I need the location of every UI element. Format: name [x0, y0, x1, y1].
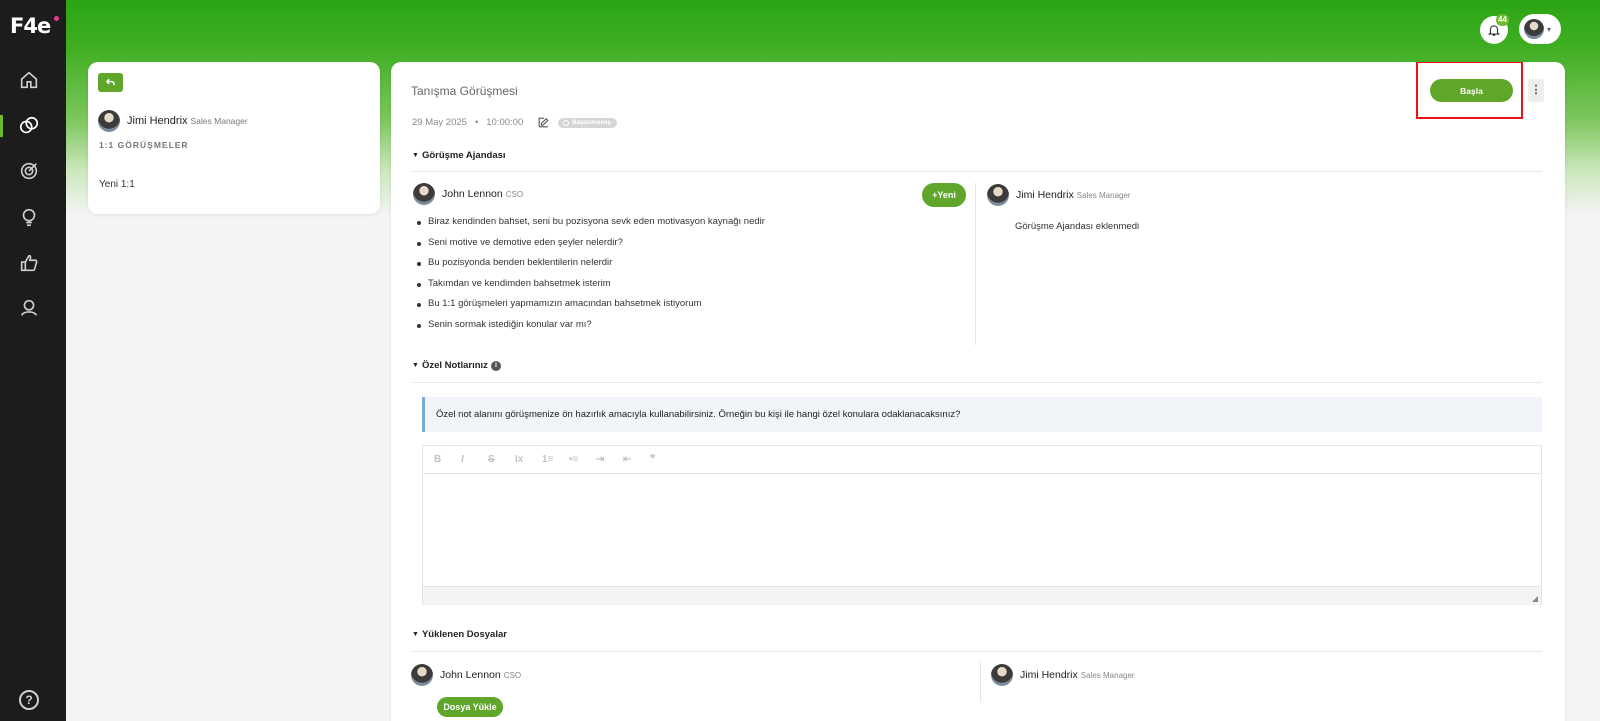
status-badge: Başlanmamış: [558, 117, 617, 128]
user-menu-button[interactable]: ▾: [1519, 14, 1561, 44]
target-icon: [20, 162, 38, 180]
home-icon: [20, 71, 38, 89]
upload-file-button[interactable]: Dosya Yükle: [437, 697, 503, 717]
files-section-toggle[interactable]: ▼ Yüklenen Dosyalar: [412, 629, 507, 640]
caret-down-icon: ▼: [412, 631, 419, 638]
more-options-button[interactable]: ⋮: [1528, 79, 1544, 102]
meta-separator: •: [474, 117, 479, 128]
sidebar: F4e ?: [0, 0, 66, 721]
app-logo[interactable]: F4e: [10, 14, 59, 38]
caret-down-icon: ▼: [412, 152, 419, 159]
sidebar-item-feedback[interactable]: [18, 252, 40, 274]
files-left-user: John Lennon CSO: [411, 664, 521, 686]
list-item: Takımdan ve kendimden bahsetmek isterim: [417, 278, 765, 299]
user-name: Jimi Hendrix: [127, 115, 188, 127]
column-divider: [975, 183, 976, 345]
user-role: CSO: [503, 671, 522, 680]
files-right-user: Jimi Hendrix Sales Manager: [991, 664, 1135, 686]
caret-down-icon: ▼: [412, 362, 419, 369]
outdent-button[interactable]: ⇤: [623, 454, 650, 465]
list-item: Senin sormak istediğin konular var mı?: [417, 319, 765, 340]
section-title: 1:1 GÖRÜŞMELER: [99, 140, 189, 150]
people-icon: [20, 299, 38, 316]
empty-agenda-text: Görüşme Ajandası eklenmedi: [1015, 221, 1140, 232]
user-name: Jimi Hendrix: [1020, 669, 1078, 681]
logo-dot: [54, 16, 59, 21]
italic-button[interactable]: I: [461, 454, 488, 465]
sidebar-item-ideas[interactable]: [18, 206, 40, 228]
thumbs-up-icon: [20, 254, 38, 272]
avatar: [991, 664, 1013, 686]
divider: [412, 651, 1542, 652]
numbered-list-button[interactable]: 1≡: [542, 454, 569, 465]
indent-button[interactable]: ⇥: [596, 454, 623, 465]
list-item: Bu 1:1 görüşmeleri yapmamızın amacından …: [417, 298, 765, 319]
user-name: John Lennon: [442, 188, 503, 200]
avatar: [411, 664, 433, 686]
meeting-detail-card: Tanışma Görüşmesi 29 May 2025 • 10:00:00…: [391, 62, 1565, 721]
logo-text: F4e: [10, 14, 51, 38]
editor-text-area[interactable]: [423, 474, 1541, 586]
notes-hint: Özel not alanını görüşmenize ön hazırlık…: [422, 397, 1542, 432]
meeting-meta: 29 May 2025 • 10:00:00 Başlanmamış: [412, 116, 617, 129]
clear-format-button[interactable]: Ix: [515, 454, 542, 465]
strikethrough-button[interactable]: S: [488, 454, 515, 465]
sidebar-item-home[interactable]: [18, 69, 40, 91]
user-role: Sales Manager: [1080, 671, 1135, 680]
status-circle-icon: [563, 119, 570, 126]
user-name: Jimi Hendrix: [1016, 189, 1074, 201]
back-button[interactable]: [98, 73, 123, 92]
agenda-section-toggle[interactable]: ▼ Görüşme Ajandası: [412, 150, 506, 161]
avatar: [987, 184, 1009, 206]
notes-section-toggle[interactable]: ▼ Özel Notlarınız i: [412, 360, 501, 371]
divider: [412, 382, 1542, 383]
avatar: [1524, 19, 1544, 39]
list-item: Bu pozisyonda benden beklentilerin neler…: [417, 257, 765, 278]
sidebar-item-people[interactable]: [18, 297, 40, 319]
agenda-list: Biraz kendinden bahset, seni bu pozisyon…: [417, 216, 765, 339]
one-on-one-icon: [19, 116, 39, 134]
agenda-right-user: Jimi Hendrix Sales Manager: [987, 184, 1131, 206]
sidebar-item-goals[interactable]: [18, 160, 40, 182]
add-agenda-item-button[interactable]: +Yeni: [922, 183, 966, 207]
meeting-date: 29 May 2025: [412, 117, 467, 128]
section-title: Yüklenen Dosyalar: [421, 629, 507, 640]
notes-editor: B I S Ix 1≡ •≡ ⇥ ⇤ ❞: [422, 445, 1542, 605]
column-divider: [980, 662, 981, 702]
list-item: Biraz kendinden bahset, seni bu pozisyon…: [417, 216, 765, 237]
bold-button[interactable]: B: [434, 454, 461, 465]
page-title: Tanışma Görüşmesi: [411, 84, 518, 98]
avatar: [98, 110, 120, 132]
notification-badge: 44: [1496, 14, 1509, 26]
edit-icon[interactable]: [537, 116, 550, 129]
list-item: Seni motive ve demotive eden şeyler nele…: [417, 237, 765, 258]
meetings-list-card: Jimi Hendrix Sales Manager 1:1 GÖRÜŞMELER…: [88, 62, 380, 214]
highlight-box: [1416, 62, 1523, 119]
current-user: Jimi Hendrix Sales Manager: [98, 110, 248, 132]
meeting-time: 10:00:00: [486, 117, 524, 128]
blockquote-button[interactable]: ❞: [650, 454, 677, 465]
user-role: CSO: [505, 190, 524, 199]
status-text: Başlanmamış: [572, 119, 611, 126]
chevron-down-icon: ▾: [1547, 24, 1552, 34]
agenda-left-user: John Lennon CSO: [413, 183, 523, 205]
sidebar-item-one-on-one[interactable]: [18, 115, 40, 137]
back-arrow-icon: [105, 78, 115, 86]
list-item[interactable]: Yeni 1:1: [99, 179, 135, 190]
avatar: [413, 183, 435, 205]
info-icon[interactable]: i: [490, 360, 501, 371]
lightbulb-icon: [22, 208, 36, 227]
bulleted-list-button[interactable]: •≡: [569, 454, 596, 465]
user-role: Sales Manager: [1076, 191, 1131, 200]
editor-toolbar: B I S Ix 1≡ •≡ ⇥ ⇤ ❞: [423, 446, 1541, 474]
editor-status-bar: [423, 586, 1541, 605]
sidebar-active-indicator: [0, 115, 3, 137]
divider: [412, 171, 1542, 172]
section-title: Görüşme Ajandası: [421, 150, 506, 161]
section-title: Özel Notlarınız: [421, 360, 488, 371]
help-icon[interactable]: ?: [19, 690, 39, 710]
user-name: John Lennon: [440, 669, 501, 681]
resize-handle-icon[interactable]: [1532, 596, 1538, 602]
user-role: Sales Manager: [190, 116, 248, 126]
